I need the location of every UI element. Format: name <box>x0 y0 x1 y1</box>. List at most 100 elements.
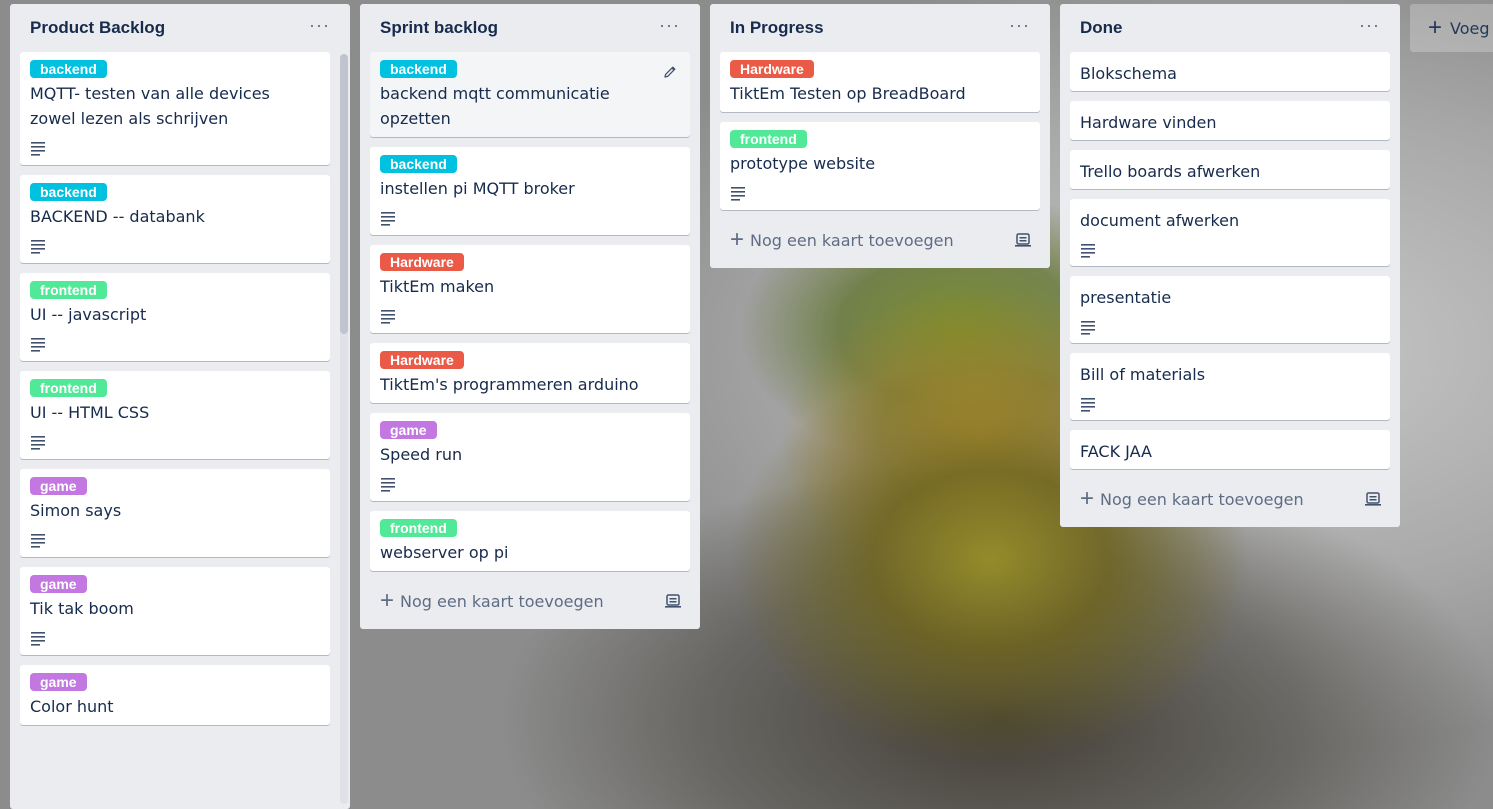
card-template-icon[interactable] <box>664 593 682 609</box>
card[interactable]: game Tik tak boom <box>20 567 330 655</box>
list-header[interactable]: Product Backlog ··· <box>20 4 340 52</box>
card[interactable]: game Color hunt <box>20 665 330 725</box>
card-title: presentatie <box>1080 288 1172 307</box>
card[interactable]: frontend UI -- HTML CSS <box>20 371 330 459</box>
label-game: game <box>30 673 87 691</box>
list-title[interactable]: Product Backlog <box>30 18 165 38</box>
add-card-button[interactable]: + Nog een kaart toevoegen <box>370 581 690 621</box>
label-game: game <box>30 477 87 495</box>
description-icon <box>31 240 45 254</box>
card-title: Color hunt <box>30 697 114 716</box>
card-title: Blokschema <box>1080 64 1177 83</box>
list-menu-icon[interactable]: ··· <box>309 16 330 34</box>
label-hardware: Hardware <box>380 253 464 271</box>
add-card-button[interactable]: + Nog een kaart toevoegen <box>1070 479 1390 519</box>
card-title: backend mqtt communicatie opzetten <box>380 84 610 128</box>
label-backend: backend <box>30 183 107 201</box>
add-card-group: + Nog een kaart toevoegen <box>1080 487 1304 511</box>
plus-icon: + <box>1428 14 1443 41</box>
card-template-icon[interactable] <box>1014 232 1032 248</box>
list-header[interactable]: Done ··· <box>1070 4 1390 52</box>
card[interactable]: Trello boards afwerken <box>1070 150 1390 189</box>
list-done: Done ··· Blokschema Hardware vinden Trel… <box>1060 4 1400 527</box>
label-backend: backend <box>30 60 107 78</box>
list-header[interactable]: Sprint backlog ··· <box>370 4 690 52</box>
list-menu-icon[interactable]: ··· <box>659 16 680 34</box>
card[interactable]: backend instellen pi MQTT broker <box>370 147 690 235</box>
pencil-icon[interactable] <box>662 64 678 80</box>
plus-icon: + <box>730 226 745 253</box>
list-scrollbar[interactable] <box>340 54 348 804</box>
list-title[interactable]: Sprint backlog <box>380 18 498 38</box>
card[interactable]: backend MQTT- testen van alle devices zo… <box>20 52 330 165</box>
card-title: UI -- HTML CSS <box>30 403 150 422</box>
card[interactable]: game Speed run <box>370 413 690 501</box>
label-backend: backend <box>380 155 457 173</box>
add-list-button[interactable]: + Voeg <box>1410 4 1493 52</box>
card-title: document afwerken <box>1080 211 1240 230</box>
label-game: game <box>380 421 437 439</box>
plus-icon: + <box>1080 485 1095 512</box>
card[interactable]: Hardware TiktEm maken <box>370 245 690 333</box>
card[interactable]: Hardware TiktEm Testen op BreadBoard <box>720 52 1040 112</box>
label-frontend: frontend <box>730 130 807 148</box>
description-icon <box>381 212 395 226</box>
label-frontend: frontend <box>30 379 107 397</box>
add-card-label: Nog een kaart toevoegen <box>400 591 604 611</box>
add-card-group: + Nog een kaart toevoegen <box>380 589 604 613</box>
card-title: prototype website <box>730 154 876 173</box>
label-backend: backend <box>380 60 457 78</box>
list-header[interactable]: In Progress ··· <box>720 4 1040 52</box>
card-title: UI -- javascript <box>30 305 147 324</box>
card-title: Tik tak boom <box>30 599 134 618</box>
add-card-button[interactable]: + Nog een kaart toevoegen <box>720 220 1040 260</box>
card[interactable]: Blokschema <box>1070 52 1390 91</box>
add-card-label: Nog een kaart toevoegen <box>750 230 954 250</box>
list-title[interactable]: In Progress <box>730 18 824 38</box>
plus-icon: + <box>380 587 395 614</box>
card[interactable]: Bill of materials <box>1070 353 1390 420</box>
card-list: backend MQTT- testen van alle devices zo… <box>20 52 330 725</box>
label-game: game <box>30 575 87 593</box>
card-title: Speed run <box>380 445 463 464</box>
card[interactable]: document afwerken <box>1070 199 1390 266</box>
card-title: FACK JAA <box>1080 442 1152 461</box>
card[interactable]: backend backend mqtt communicatie opzett… <box>370 52 690 137</box>
description-icon <box>31 436 45 450</box>
card-title: BACKEND -- databank <box>30 207 205 226</box>
card-title: webserver op pi <box>380 543 509 562</box>
card-title: Hardware vinden <box>1080 113 1217 132</box>
description-icon <box>381 310 395 324</box>
card[interactable]: presentatie <box>1070 276 1390 343</box>
add-list-label: Voeg <box>1450 18 1490 38</box>
list-menu-icon[interactable]: ··· <box>1359 16 1380 34</box>
description-icon <box>1081 398 1095 412</box>
card[interactable]: FACK JAA <box>1070 430 1390 469</box>
card-template-icon[interactable] <box>1364 491 1382 507</box>
list-title[interactable]: Done <box>1080 18 1123 38</box>
label-frontend: frontend <box>30 281 107 299</box>
description-icon <box>731 187 745 201</box>
description-icon <box>381 478 395 492</box>
card-title: MQTT- testen van alle devices zowel leze… <box>30 84 270 128</box>
card-title: TiktEm Testen op BreadBoard <box>730 84 966 103</box>
add-card-label: Nog een kaart toevoegen <box>1100 489 1304 509</box>
description-icon <box>31 142 45 156</box>
card-title: Trello boards afwerken <box>1080 162 1261 181</box>
label-hardware: Hardware <box>380 351 464 369</box>
card[interactable]: frontend UI -- javascript <box>20 273 330 361</box>
card-title: TiktEm's programmeren arduino <box>380 375 639 394</box>
card[interactable]: Hardware TiktEm's programmeren arduino <box>370 343 690 403</box>
card[interactable]: frontend prototype website <box>720 122 1040 210</box>
card-title: Bill of materials <box>1080 365 1206 384</box>
description-icon <box>1081 321 1095 335</box>
card-title: instellen pi MQTT broker <box>380 179 575 198</box>
card[interactable]: Hardware vinden <box>1070 101 1390 140</box>
card[interactable]: backend BACKEND -- databank <box>20 175 330 263</box>
scrollbar-thumb[interactable] <box>340 54 348 334</box>
description-icon <box>31 534 45 548</box>
card[interactable]: frontend webserver op pi <box>370 511 690 571</box>
card-title: TiktEm maken <box>380 277 495 296</box>
list-menu-icon[interactable]: ··· <box>1009 16 1030 34</box>
card[interactable]: game Simon says <box>20 469 330 557</box>
